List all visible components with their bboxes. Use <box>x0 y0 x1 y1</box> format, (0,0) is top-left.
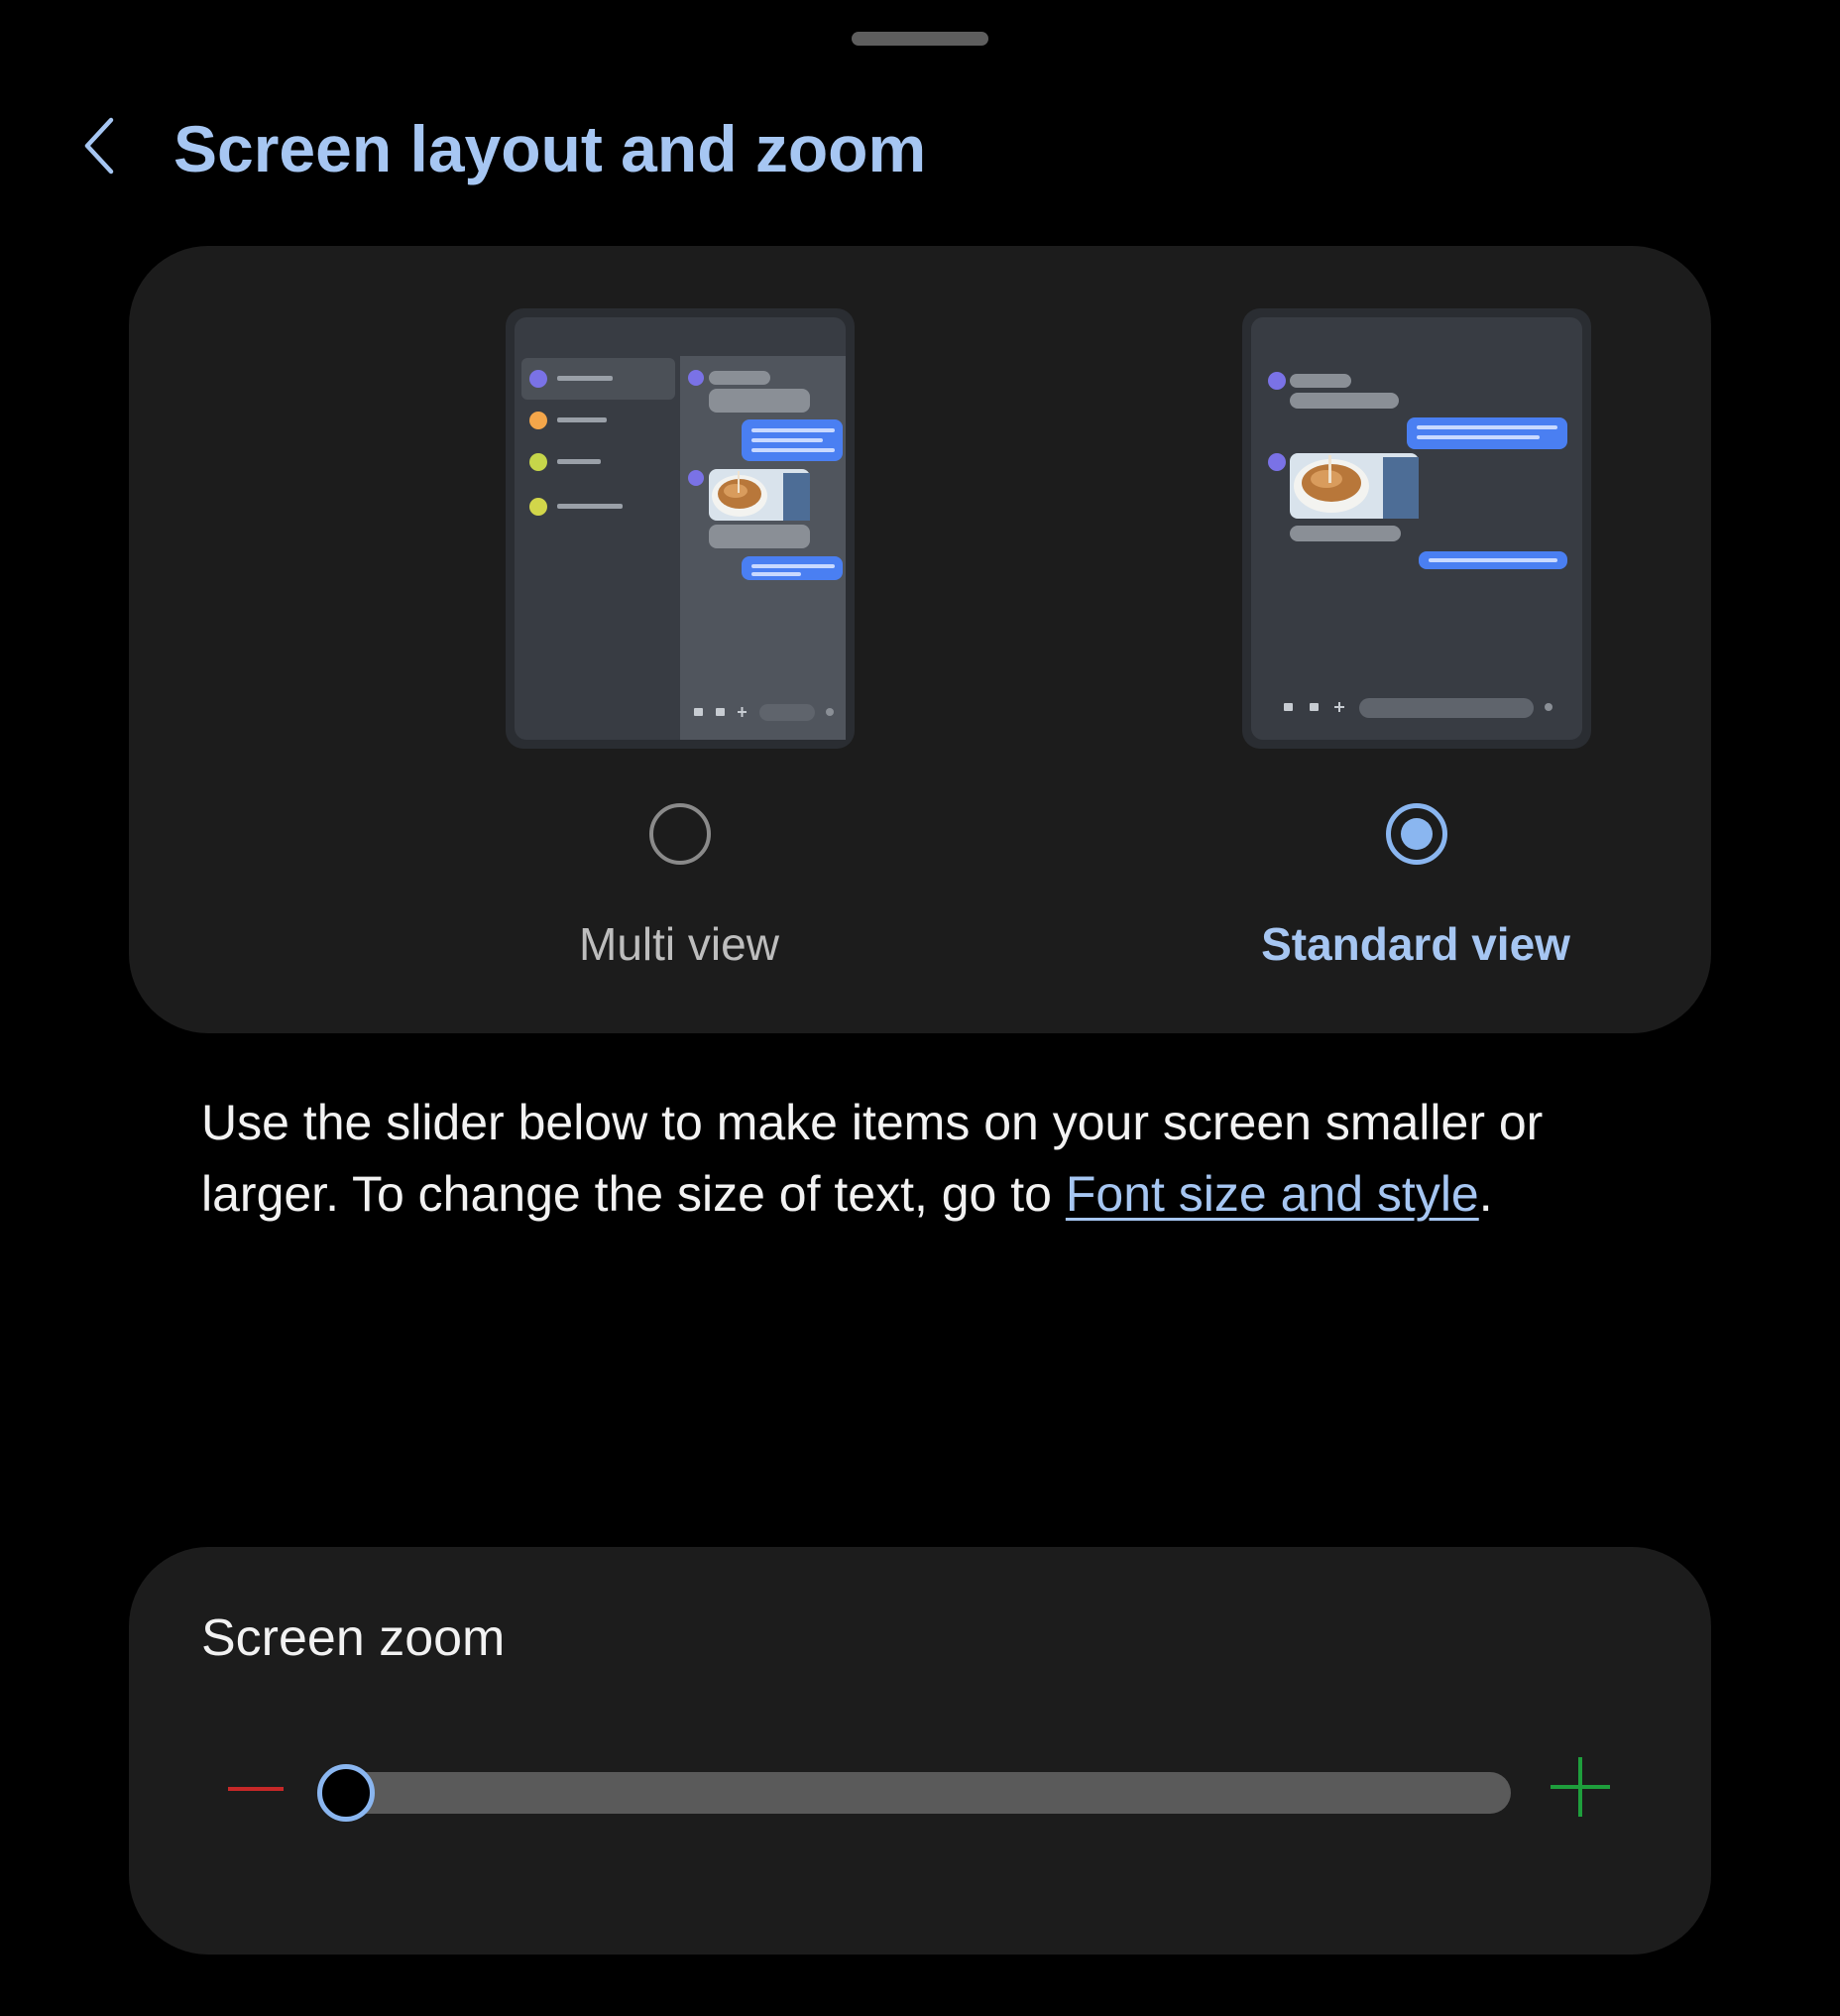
radio-selected-dot <box>1401 818 1433 850</box>
layout-options-card: Multi view Standard view <box>129 246 1711 1033</box>
grab-handle[interactable] <box>852 32 988 46</box>
screen-zoom-slider[interactable] <box>317 1757 1517 1827</box>
slider-thumb[interactable] <box>317 1764 375 1822</box>
plus-icon <box>1551 1756 1610 1822</box>
standard-view-radio[interactable] <box>1386 803 1447 865</box>
description-end: . <box>1478 1166 1493 1222</box>
multi-view-preview-image <box>506 308 855 749</box>
chevron-left-icon <box>79 114 119 182</box>
standard-view-label: Standard view <box>1261 918 1570 970</box>
font-size-and-style-link[interactable]: Font size and style <box>1066 1166 1479 1222</box>
slider-track[interactable] <box>339 1772 1511 1814</box>
zoom-in-button[interactable] <box>1543 1751 1618 1827</box>
screen-zoom-card: Screen zoom <box>129 1547 1711 1955</box>
zoom-description: Use the slider below to make items on yo… <box>201 1087 1649 1230</box>
screen-zoom-title: Screen zoom <box>201 1609 506 1667</box>
standard-view-option[interactable]: Standard view <box>1118 246 1713 1033</box>
minus-icon <box>228 1781 284 1799</box>
multi-view-label: Multi view <box>579 918 779 970</box>
multi-view-option[interactable]: Multi view <box>382 246 977 1033</box>
multi-view-radio[interactable] <box>649 803 711 865</box>
screen-layout-page: Screen layout and zoom Multi view Standa… <box>0 0 1840 2016</box>
standard-view-preview-image <box>1242 308 1591 749</box>
zoom-out-button[interactable] <box>218 1760 293 1820</box>
page-title: Screen layout and zoom <box>173 112 927 185</box>
back-button[interactable] <box>59 103 139 192</box>
